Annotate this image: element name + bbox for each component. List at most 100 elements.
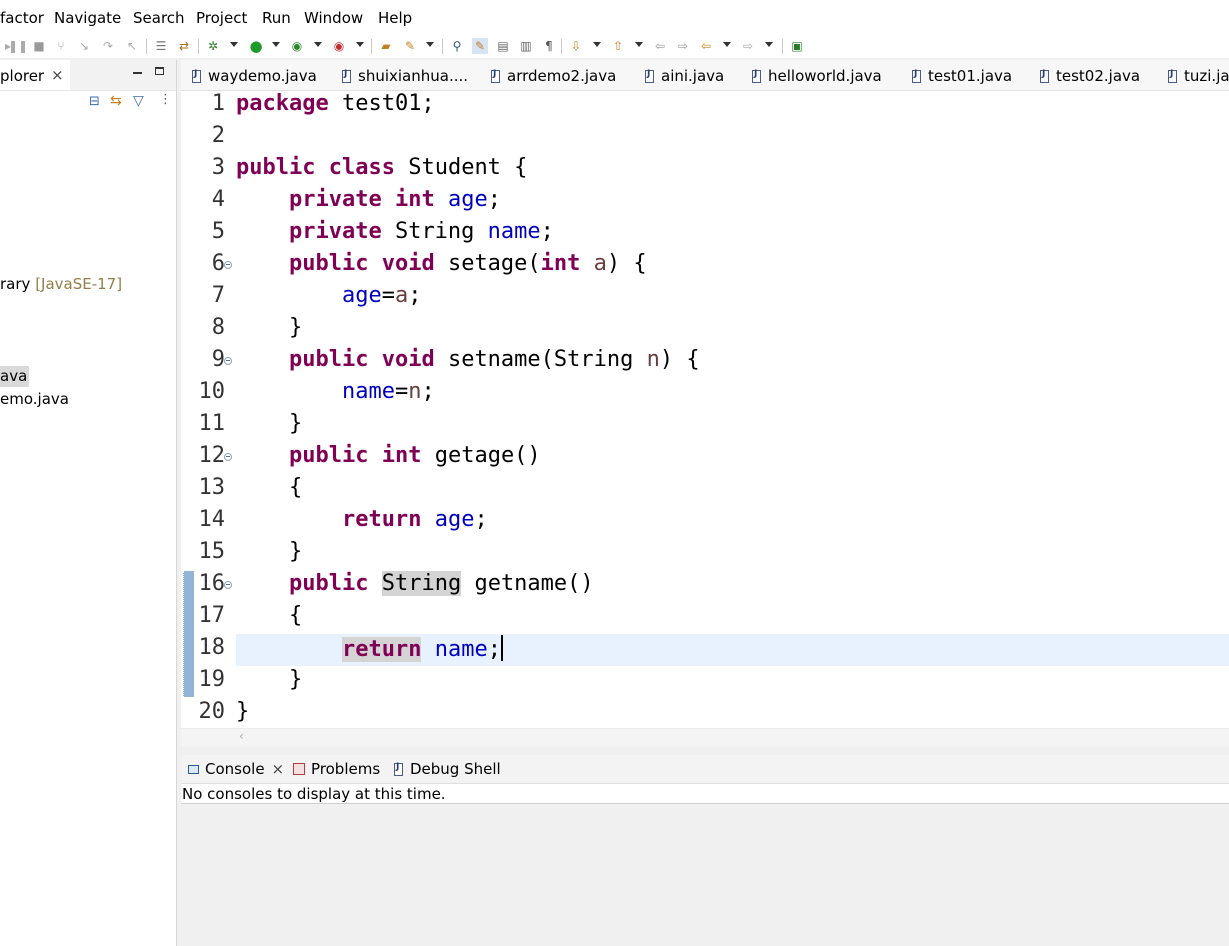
new-dropdown-icon[interactable] bbox=[426, 42, 434, 47]
java-file-icon bbox=[491, 69, 500, 83]
minimize-icon[interactable] bbox=[133, 72, 142, 74]
filter-icon[interactable]: ▽ bbox=[133, 93, 144, 109]
console-icon bbox=[188, 764, 199, 774]
next-annotation-icon[interactable]: ⇩ bbox=[568, 38, 584, 54]
tab-waydemo[interactable]: waydemo.java bbox=[192, 67, 317, 85]
tab-problems[interactable]: Problems bbox=[293, 760, 380, 778]
back-dropdown-icon[interactable] bbox=[723, 42, 731, 47]
last-edit-location-icon[interactable]: ⇦ bbox=[652, 38, 668, 54]
terminate-icon[interactable]: ■ bbox=[31, 38, 47, 54]
line-number: 12 bbox=[198, 443, 226, 468]
maximize-icon[interactable] bbox=[155, 67, 164, 75]
tab-helloworld[interactable]: helloworld.java bbox=[752, 67, 882, 85]
fold-collapse-icon[interactable] bbox=[224, 261, 232, 269]
tab-label: tuzi.jav bbox=[1184, 67, 1229, 85]
debug-dropdown-icon[interactable] bbox=[230, 42, 238, 47]
view-menu-icon[interactable]: ⋮ bbox=[159, 92, 172, 107]
line-number: 20 bbox=[198, 699, 226, 724]
step-return-icon[interactable]: ↖ bbox=[124, 38, 140, 54]
tree-item-jre-library[interactable]: rary [JavaSE-17] bbox=[0, 275, 122, 293]
toggle-mark-occurrences-icon[interactable]: ✎ bbox=[472, 38, 488, 54]
tab-aini[interactable]: aini.java bbox=[645, 67, 724, 85]
link-with-editor-icon[interactable]: ⇆ bbox=[110, 93, 122, 109]
menu-navigate[interactable]: Navigate bbox=[54, 9, 121, 27]
pilcrow-icon[interactable]: ¶ bbox=[541, 38, 557, 54]
back-icon[interactable]: ⇦ bbox=[698, 38, 714, 54]
new-java-package-icon[interactable]: ▰ bbox=[378, 38, 394, 54]
step-into-icon[interactable]: ↘ bbox=[76, 38, 92, 54]
line-number: 9 bbox=[211, 347, 225, 372]
tree-item-selected-file[interactable]: ava bbox=[0, 366, 30, 387]
menu-window[interactable]: Window bbox=[304, 9, 363, 27]
suspend-icon[interactable]: ❚❚ bbox=[8, 38, 28, 54]
code-line: name=n; bbox=[341, 379, 435, 404]
coverage-dropdown-icon[interactable] bbox=[314, 42, 322, 47]
tab-label: Problems bbox=[311, 760, 381, 778]
external-tools-dropdown-icon[interactable] bbox=[356, 42, 364, 47]
fold-collapse-icon[interactable] bbox=[224, 453, 232, 461]
java-file-icon bbox=[912, 69, 921, 83]
new-java-class-icon[interactable]: ✎ bbox=[402, 38, 418, 54]
fold-collapse-icon[interactable] bbox=[224, 357, 232, 365]
tab-test02[interactable]: test02.java bbox=[1040, 67, 1140, 85]
step-over-icon[interactable]: ↷ bbox=[100, 38, 116, 54]
code-line: return age; bbox=[341, 507, 488, 532]
close-icon[interactable]: × bbox=[51, 66, 64, 84]
next-annotation-dropdown-icon[interactable] bbox=[593, 42, 601, 47]
menu-project[interactable]: Project bbox=[196, 9, 247, 27]
tab-label: arrdemo2.java bbox=[507, 67, 617, 85]
java-file-icon bbox=[645, 69, 654, 83]
forward-dropdown-icon[interactable] bbox=[765, 42, 773, 47]
tab-tuzi[interactable]: tuzi.jav bbox=[1168, 67, 1229, 85]
header-background bbox=[70, 60, 176, 90]
bottom-panel-tab-bar: Console × Problems Debug Shell bbox=[181, 755, 1229, 784]
tab-test01[interactable]: test01.java bbox=[912, 67, 1012, 85]
code-line: } bbox=[288, 411, 303, 436]
tab-shuixianhua[interactable]: shuixianhua.... bbox=[342, 67, 468, 85]
open-type-icon[interactable]: ⚲ bbox=[449, 38, 465, 54]
menu-search[interactable]: Search bbox=[133, 9, 185, 27]
tab-console[interactable]: Console × bbox=[188, 760, 284, 778]
code-line: private String name; bbox=[288, 219, 554, 244]
close-icon[interactable]: × bbox=[272, 760, 285, 778]
open-perspective-icon[interactable]: ▣ bbox=[789, 38, 805, 54]
code-line: } bbox=[288, 315, 303, 340]
code-line: { bbox=[288, 475, 303, 500]
line-number: 2 bbox=[211, 123, 225, 148]
package-explorer-header: plorer × bbox=[0, 60, 176, 91]
fold-collapse-icon[interactable] bbox=[224, 581, 232, 589]
menu-help[interactable]: Help bbox=[378, 9, 412, 27]
line-number: 18 bbox=[198, 635, 226, 660]
previous-annotation-dropdown-icon[interactable] bbox=[635, 42, 643, 47]
scroll-left-icon[interactable]: ‹ bbox=[239, 729, 244, 743]
toolbar-separator bbox=[561, 39, 562, 54]
show-whitespace-icon[interactable]: ▥ bbox=[518, 38, 534, 54]
drop-to-frame-icon[interactable]: ☰ bbox=[153, 38, 169, 54]
disconnect-icon[interactable]: ⑂ bbox=[53, 38, 69, 54]
java-file-icon bbox=[1168, 69, 1177, 83]
tree-item-java-file[interactable]: emo.java bbox=[0, 390, 69, 408]
toolbar-separator bbox=[782, 39, 783, 54]
tab-label: shuixianhua.... bbox=[358, 67, 469, 85]
forward-icon[interactable]: ⇨ bbox=[740, 38, 756, 54]
problems-icon bbox=[293, 763, 305, 775]
forward-edit-icon[interactable]: ⇨ bbox=[675, 38, 691, 54]
use-step-filters-icon[interactable]: ⇄ bbox=[176, 38, 192, 54]
debug-icon[interactable]: ✲ bbox=[205, 38, 221, 54]
menu-refactor[interactable]: factor bbox=[0, 9, 44, 27]
java-editor[interactable]: 1 2 3 4 5 6 7 8 9 10 11 12 13 14 15 16 1… bbox=[181, 91, 1229, 728]
collapse-all-icon[interactable]: ⊟ bbox=[89, 94, 100, 109]
toggle-breadcrumb-icon[interactable]: ▤ bbox=[495, 38, 511, 54]
external-tools-icon[interactable]: ◉ bbox=[331, 38, 347, 54]
editor-horizontal-scrollbar[interactable]: ‹ bbox=[181, 728, 1229, 746]
menu-run[interactable]: Run bbox=[262, 9, 291, 27]
previous-annotation-icon[interactable]: ⇧ bbox=[610, 38, 626, 54]
run-dropdown-icon[interactable] bbox=[272, 42, 280, 47]
tab-arrdemo2[interactable]: arrdemo2.java bbox=[491, 67, 616, 85]
java-file-icon bbox=[342, 69, 351, 83]
coverage-icon[interactable]: ◉ bbox=[289, 38, 305, 54]
run-icon[interactable]: ● bbox=[248, 38, 264, 54]
tab-debug-shell[interactable]: Debug Shell bbox=[394, 760, 501, 778]
toolbar-separator bbox=[371, 39, 372, 54]
package-explorer-title[interactable]: plorer bbox=[0, 67, 44, 85]
